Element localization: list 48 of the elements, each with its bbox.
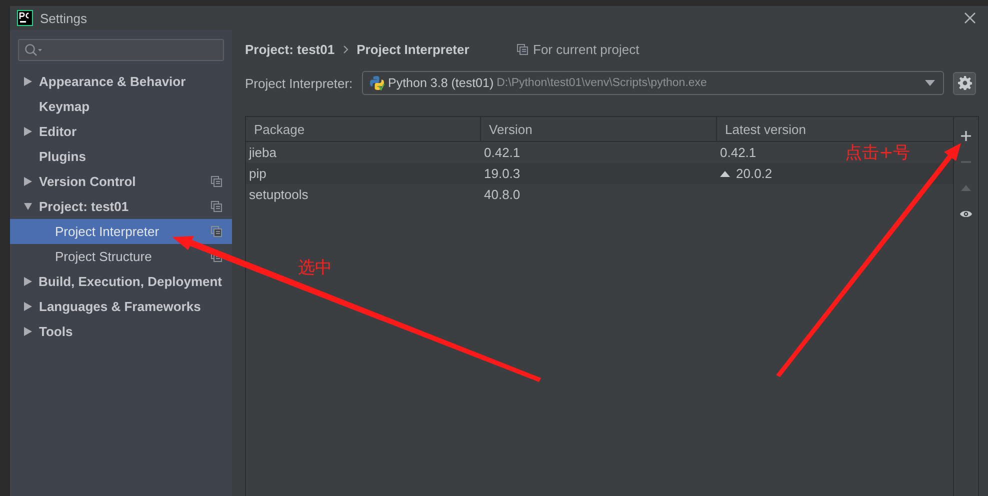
expanded-arrow-icon [24, 202, 32, 211]
table-cell: 40.8.0 [484, 187, 520, 202]
annotation-label: 点击+号 [845, 142, 910, 164]
tree-item[interactable]: Appearance & Behavior [10, 69, 232, 94]
collapsed-arrow-icon [24, 302, 32, 311]
table-cell: 20.0.2 [736, 166, 772, 181]
table-cell: setuptools [249, 187, 308, 202]
tree-item[interactable]: Keymap [10, 94, 232, 119]
collapsed-arrow-icon [24, 327, 32, 336]
settings-button[interactable] [953, 72, 976, 94]
tree-item[interactable]: Languages & Frameworks [10, 294, 232, 319]
tree-item[interactable]: Tools [10, 319, 232, 344]
collapsed-arrow-icon [24, 77, 32, 86]
close-button[interactable] [962, 10, 978, 26]
chevron-icon [342, 44, 349, 54]
window-title: Settings [40, 10, 87, 26]
scope-note: For current project [533, 42, 640, 56]
app-logo-icon [17, 10, 33, 26]
tree-item[interactable]: Version Control [10, 169, 232, 194]
annotation-label: 选中 [298, 257, 332, 279]
breadcrumb-item: Project Interpreter [356, 42, 470, 56]
search-icon [24, 43, 42, 57]
table-cell: 0.42.1 [720, 145, 756, 160]
field-label: Project Interpreter: [245, 76, 354, 90]
add-icon [960, 130, 972, 142]
table-cell: 19.0.3 [484, 166, 520, 181]
collapsed-arrow-icon [24, 277, 32, 286]
tree-item[interactable]: Project Interpreter [10, 219, 232, 244]
tree-item[interactable]: Editor [10, 119, 232, 144]
table-cell: pip [249, 166, 266, 181]
table-cell: 0.42.1 [484, 145, 520, 160]
search-field[interactable] [18, 39, 224, 61]
collapsed-arrow-icon [24, 177, 32, 186]
column-header[interactable]: Package [246, 117, 481, 141]
gear-icon [958, 76, 972, 90]
python-icon [369, 75, 385, 91]
column-header[interactable]: Version [481, 117, 717, 141]
column-header[interactable]: Latest version [717, 117, 953, 141]
eye-icon [960, 208, 972, 220]
interpreter-dropdown[interactable]: Python 3.8 (test01) D:\Python\test01\venv\Scripts\python.exe [362, 71, 944, 95]
collapsed-arrow-icon [24, 127, 32, 136]
dropdown-caret-icon [925, 80, 935, 86]
tree-item[interactable]: Build, Execution, Deployment [10, 269, 232, 294]
copy-icon [517, 44, 528, 54]
tree-item[interactable]: Plugins [10, 144, 232, 169]
tree-item[interactable]: Project: test01 [10, 194, 232, 219]
breadcrumb-item: Project: test01 [245, 42, 335, 56]
table-cell: jieba [249, 145, 276, 160]
